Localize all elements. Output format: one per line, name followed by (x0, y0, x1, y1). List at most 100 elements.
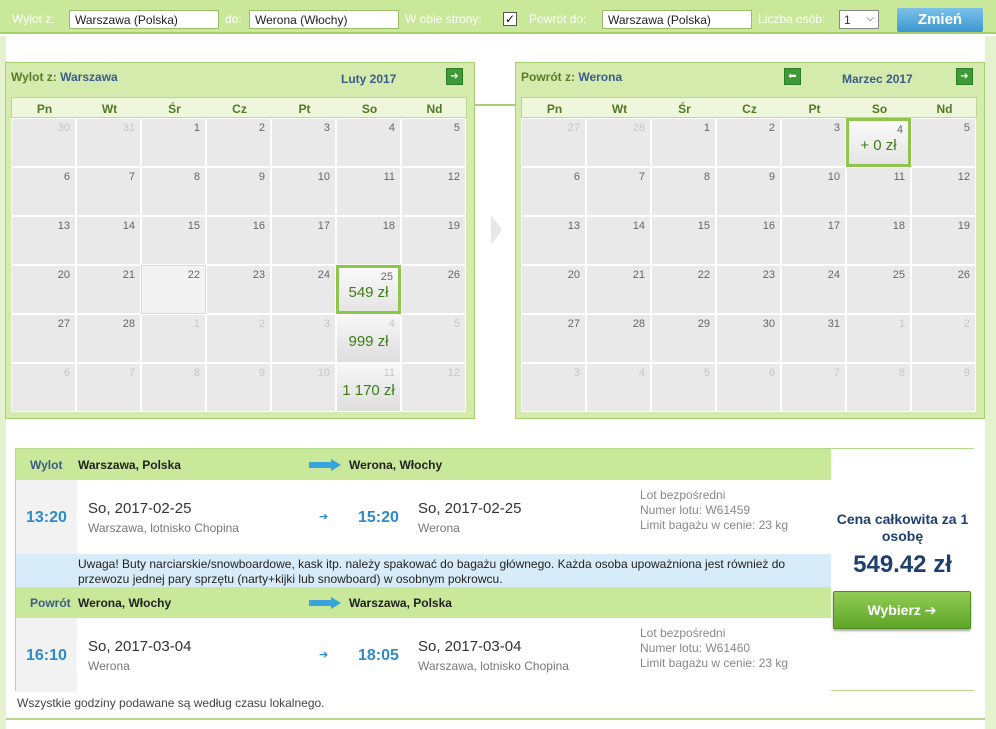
arrow-right-icon: ➔ (319, 649, 329, 661)
day-number: 10 (317, 171, 330, 183)
calendar-month: Luty 2017 (341, 72, 397, 86)
price-summary: Cena całkowita za 1 osobę 549.42 zł Wybi… (831, 449, 974, 690)
day-number: 30 (57, 122, 70, 134)
weekday-label: Pn (36, 102, 53, 116)
day-number: 22 (187, 269, 200, 281)
roundtrip-checkbox[interactable]: ✓ (503, 12, 517, 26)
calendar-day: 8 (651, 167, 716, 216)
return-label: Powrót (30, 596, 71, 610)
calendar-day: 28 (586, 314, 651, 363)
bottom-border (6, 718, 985, 720)
day-number: 2 (963, 318, 970, 330)
day-number: 4 (388, 122, 395, 134)
calendar-day[interactable]: 25 549 zł (336, 265, 401, 314)
day-number: 20 (57, 269, 70, 281)
prev-month-button[interactable]: ⬅ (784, 68, 801, 85)
day-number: 6 (63, 171, 70, 183)
day-number: 17 (827, 220, 840, 232)
day-number: 3 (323, 318, 330, 330)
return-from: Werona, Włochy (78, 596, 172, 610)
day-number: 25 (380, 271, 393, 283)
day-number: 23 (252, 269, 265, 281)
calendar-day: 10 (781, 167, 846, 216)
weekday-label: Wt (101, 102, 118, 116)
day-number: 3 (573, 367, 580, 379)
calendar-day: 8 (846, 363, 911, 412)
day-number: 31 (122, 122, 135, 134)
day-number: 13 (57, 220, 70, 232)
calendar-day[interactable]: 11 1 170 zł (336, 363, 401, 412)
arrow-right-icon: ➔ (924, 602, 937, 618)
change-button[interactable]: Zmień (897, 8, 983, 32)
departure-date: So, 2017-03-04 (88, 638, 192, 655)
flight-number: Numer lotu: W61459 (640, 503, 751, 517)
day-number: 29 (697, 318, 710, 330)
day-number: 28 (632, 318, 645, 330)
day-number: 17 (317, 220, 330, 232)
calendar-month: Marzec 2017 (842, 72, 913, 86)
day-number: 1 (193, 318, 200, 330)
calendar-day: 26 (401, 265, 466, 314)
calendar-header: Wylot z: Warszawa Luty 2017 ➜ (6, 63, 474, 95)
calendar-day: 2 (206, 314, 271, 363)
flight-number: Numer lotu: W61460 (640, 641, 751, 655)
weekday-label: So (361, 102, 378, 116)
day-number: 16 (762, 220, 775, 232)
calendar-day[interactable]: 4 999 zł (336, 314, 401, 363)
calendar-day: 9 (911, 363, 976, 412)
day-number: 11 (383, 367, 395, 379)
day-number: 9 (258, 171, 265, 183)
departure-time: 16:10 (26, 647, 67, 664)
passengers-select[interactable]: 1 ⌵ (839, 10, 879, 29)
choose-button[interactable]: Wybierz ➔ (833, 591, 971, 629)
calendar-day: 21 (76, 265, 141, 314)
return-to: Warszawa, Polska (349, 596, 452, 610)
local-time-note: Wszystkie godziny podawane są według cza… (17, 696, 325, 710)
return-label: Powrót do: (529, 12, 587, 26)
calendar-day[interactable]: 4 + 0 zł (846, 118, 911, 167)
outbound-calendar: Wylot z: Warszawa Luty 2017 ➜ Pn Wt Śr Cz Pt… (5, 62, 475, 419)
weekday-label: Wt (611, 102, 628, 116)
weekday-label: Pt (808, 102, 821, 116)
outbound-label: Wylot (30, 458, 63, 472)
calendar-day: 1 (846, 314, 911, 363)
baggage-limit: Limit bagażu w cenie: 23 kg (640, 518, 789, 532)
depart-input[interactable]: Warszawa (Polska) (69, 10, 219, 29)
calendar-day: 20 (11, 265, 76, 314)
day-number: 8 (193, 367, 200, 379)
day-number: 14 (632, 220, 645, 232)
day-number: 1 (193, 122, 200, 134)
day-number: 9 (768, 171, 775, 183)
calendar-day: 18 (846, 216, 911, 265)
direct-flight-text: Lot bezpośredni (640, 488, 726, 502)
calendar-day: 6 (716, 363, 781, 412)
calendar-day: 5 (651, 363, 716, 412)
day-number: 21 (632, 269, 645, 281)
return-input[interactable]: Warszawa (Polska) (602, 10, 752, 29)
calendar-day: 9 (206, 167, 271, 216)
calendar-header: Powrót z: Werona ⬅ Marzec 2017 ➜ (516, 63, 984, 95)
right-frame (985, 36, 996, 729)
calendar-day: 11 (336, 167, 401, 216)
next-month-button[interactable]: ➜ (446, 68, 463, 85)
calendar-day: 2 (716, 118, 781, 167)
calendar-day: 24 (271, 265, 336, 314)
destination-input[interactable]: Werona (Włochy) (249, 10, 399, 29)
weekday-label: Nd (936, 102, 953, 116)
day-number: 24 (317, 269, 330, 281)
title-city: Warszawa (60, 70, 118, 84)
day-number: 10 (317, 367, 330, 379)
chevron-down-icon: ⌵ (866, 13, 874, 24)
outbound-header: Wylot Warszawa, Polska Werona, Włochy (16, 449, 831, 480)
calendar-day: 10 (271, 167, 336, 216)
calendar-day: 3 (271, 118, 336, 167)
roundtrip-label: W obie strony: (405, 12, 482, 26)
calendar-day: 17 (271, 216, 336, 265)
next-month-button[interactable]: ➜ (956, 68, 973, 85)
departure-place: Warszawa, lotnisko Chopina (88, 521, 239, 535)
calendar-day: 14 (76, 216, 141, 265)
day-number: 28 (122, 318, 135, 330)
calendar-day: 31 (76, 118, 141, 167)
total-price: 549.42 zł (853, 551, 952, 578)
arrival-time: 18:05 (358, 647, 399, 664)
